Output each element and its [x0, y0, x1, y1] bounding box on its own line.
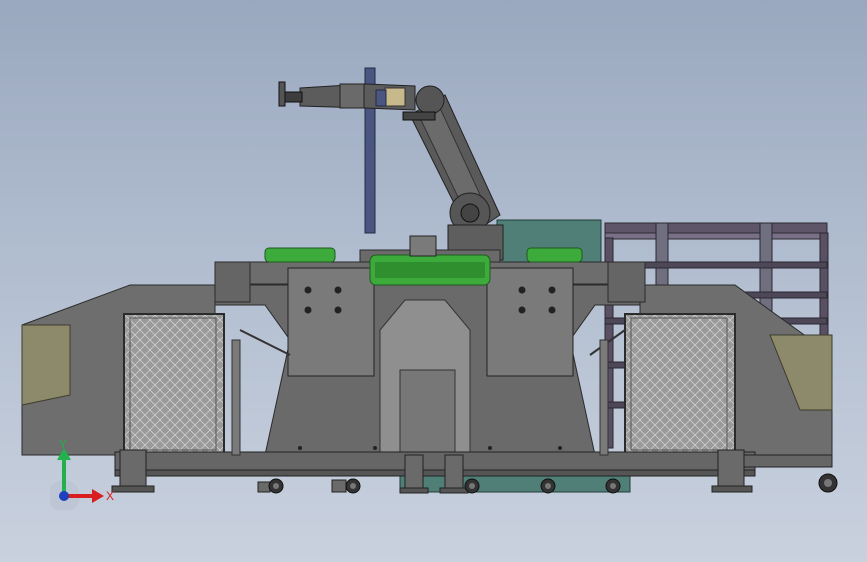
coordinate-triad-icon: Y X [50, 440, 114, 510]
machine-assembly-model[interactable] [0, 0, 867, 562]
x-axis-label: X [106, 489, 114, 503]
cad-viewport[interactable]: Y X [0, 0, 867, 562]
mesh-guard-left[interactable] [123, 313, 225, 455]
industrial-robot-arm[interactable] [278, 81, 504, 261]
z-axis-dot [59, 491, 69, 501]
y-axis-label: Y [59, 440, 67, 451]
mesh-guard-right[interactable] [624, 313, 736, 455]
